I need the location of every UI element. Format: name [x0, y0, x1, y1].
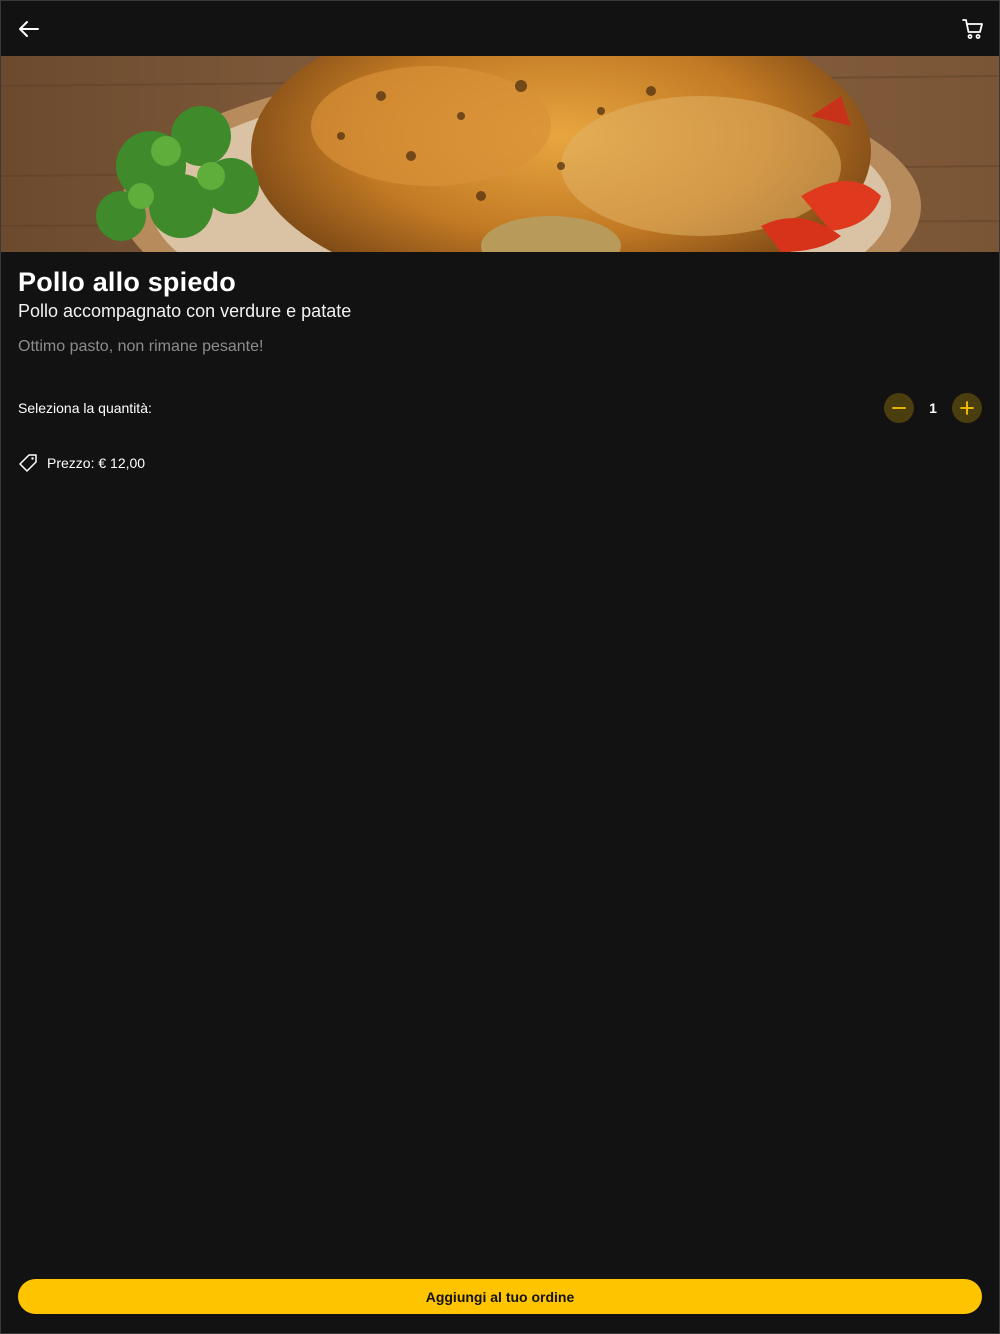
quantity-stepper: 1 [884, 393, 982, 423]
product-detail-screen: Pollo allo spiedo Pollo accompagnato con… [0, 0, 1000, 1334]
product-info: Pollo allo spiedo Pollo accompagnato con… [18, 265, 982, 357]
increment-button[interactable] [952, 393, 982, 423]
minus-icon [892, 407, 906, 409]
product-description: Ottimo pasto, non rimane pesante! [18, 338, 264, 355]
price-row: Prezzo: € 12,00 [18, 453, 145, 473]
back-button[interactable] [15, 15, 43, 43]
cart-icon [962, 18, 983, 39]
arrow-left-icon [19, 20, 39, 37]
quantity-value: 1 [929, 400, 937, 416]
decrement-button[interactable] [884, 393, 914, 423]
add-to-order-button[interactable]: Aggiungi al tuo ordine [18, 1279, 982, 1314]
price-tag-icon [19, 454, 37, 472]
product-image [1, 56, 999, 252]
price-text: Prezzo: € 12,00 [47, 455, 146, 471]
quantity-row: Seleziona la quantità: 1 [18, 391, 982, 425]
product-subtitle: Pollo accompagnato con verdure e patate [18, 301, 352, 321]
product-title: Pollo allo spiedo [18, 267, 236, 297]
plus-icon [960, 401, 974, 415]
top-bar [1, 1, 999, 56]
cart-button[interactable] [959, 15, 987, 43]
quantity-label: Seleziona la quantità: [18, 400, 152, 416]
